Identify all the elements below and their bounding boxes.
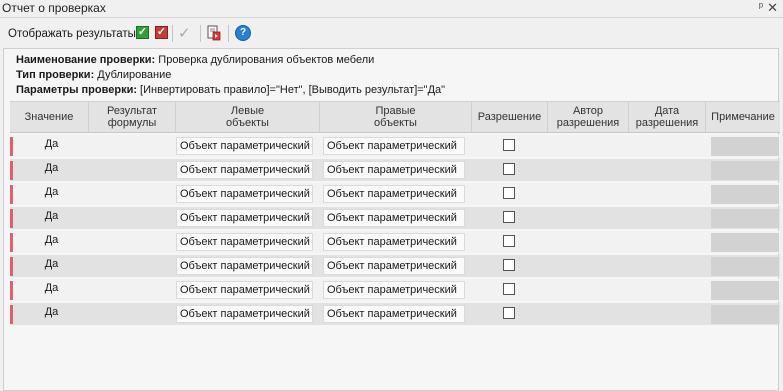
column-header-resolution-author[interactable]: Автор разрешения — [548, 102, 629, 132]
row-status-marker — [10, 161, 13, 180]
cell-value: Да — [44, 210, 59, 222]
resolution-checkbox[interactable] — [503, 139, 515, 151]
table-row[interactable]: Да Объект параметрический Объект параметри… — [10, 135, 780, 157]
show-results-label: Отображать результаты: — [8, 28, 140, 40]
table-body: Да Объект параметрический Объект параметри… — [10, 135, 780, 325]
toolbar: Отображать результаты: ✓ ✓ ✓ ? — [0, 19, 783, 47]
cell-right-object[interactable]: Объект параметрический — [323, 233, 465, 251]
table-row[interactable]: Да Объект параметрический Объект параметри… — [10, 231, 780, 253]
cell-right-object[interactable]: Объект параметрический — [323, 137, 465, 155]
column-header-resolution-date[interactable]: Дата разрешения — [629, 102, 706, 132]
window-titlebar: Отчет о проверках ᵖ ✕ — [0, 0, 783, 18]
checkmark-icon[interactable]: ✓ — [178, 24, 191, 42]
help-icon[interactable]: ? — [235, 25, 251, 41]
resolution-checkbox[interactable] — [503, 235, 515, 247]
cell-note[interactable] — [711, 161, 779, 180]
cell-note[interactable] — [711, 209, 779, 228]
table-row[interactable]: Да Объект параметрический Объект параметри… — [10, 303, 780, 325]
cell-left-object[interactable]: Объект параметрический — [176, 281, 313, 299]
cell-value: Да — [44, 258, 59, 270]
cell-value: Да — [44, 306, 59, 318]
row-status-marker — [10, 137, 13, 156]
check-name-label: Наименование проверки: — [16, 54, 156, 66]
resolution-checkbox[interactable] — [503, 187, 515, 199]
cell-left-object[interactable]: Объект параметрический — [176, 137, 313, 155]
cell-note[interactable] — [711, 185, 779, 204]
toolbar-separator — [228, 25, 229, 42]
cell-right-object[interactable]: Объект параметрический — [323, 281, 465, 299]
column-header-formula[interactable]: Результат формулы — [89, 102, 176, 132]
cell-value: Да — [44, 138, 59, 150]
check-params-label: Параметры проверки: — [16, 84, 137, 96]
toolbar-separator — [172, 25, 173, 42]
cell-note[interactable] — [711, 305, 779, 324]
table-header: Значение Результат формулы Левые объекты… — [10, 101, 780, 133]
table-row[interactable]: Да Объект параметрический Объект параметри… — [10, 255, 780, 277]
row-status-marker — [10, 209, 13, 228]
cell-note[interactable] — [711, 257, 779, 276]
resolution-checkbox[interactable] — [503, 211, 515, 223]
resolution-checkbox[interactable] — [503, 307, 515, 319]
toolbar-separator — [200, 25, 201, 42]
row-status-marker — [10, 185, 13, 204]
check-name-line: Наименование проверки: Проверка дублиров… — [16, 54, 374, 66]
close-icon[interactable]: ✕ — [767, 0, 778, 16]
cell-right-object[interactable]: Объект параметрический — [323, 305, 465, 323]
column-header-left-objects[interactable]: Левые объекты — [176, 102, 320, 132]
column-header-note[interactable]: Примечание — [706, 102, 780, 132]
cell-note[interactable] — [711, 233, 779, 252]
cell-left-object[interactable]: Объект параметрический — [176, 185, 313, 203]
cell-note[interactable] — [711, 137, 779, 156]
row-status-marker — [10, 281, 13, 300]
resolution-checkbox[interactable] — [503, 163, 515, 175]
cell-left-object[interactable]: Объект параметрический — [176, 305, 313, 323]
check-name-value: Проверка дублирования объектов мебели — [155, 54, 375, 66]
cell-right-object[interactable]: Объект параметрический — [323, 185, 465, 203]
cell-note[interactable] — [711, 281, 779, 300]
checkbox-red-check-icon[interactable]: ✓ — [155, 26, 168, 39]
column-header-value[interactable]: Значение — [10, 102, 89, 132]
resolution-checkbox[interactable] — [503, 283, 515, 295]
cell-left-object[interactable]: Объект параметрический — [176, 233, 313, 251]
window-title: Отчет о проверках — [2, 1, 106, 15]
check-params-line: Параметры проверки: [Инвертировать прави… — [16, 84, 445, 96]
export-document-icon[interactable] — [207, 25, 221, 41]
cell-right-object[interactable]: Объект параметрический — [323, 161, 465, 179]
table-row[interactable]: Да Объект параметрический Объект параметри… — [10, 183, 780, 205]
pin-icon[interactable]: ᵖ — [759, 1, 763, 13]
table-row[interactable]: Да Объект параметрический Объект параметри… — [10, 159, 780, 181]
cell-value: Да — [44, 282, 59, 294]
check-type-value: Дублирование — [94, 69, 172, 81]
checkbox-green-check-icon[interactable]: ✓ — [136, 26, 149, 39]
cell-right-object[interactable]: Объект параметрический — [323, 209, 465, 227]
check-type-label: Тип проверки: — [16, 69, 95, 81]
cell-value: Да — [44, 162, 59, 174]
check-type-line: Тип проверки: Дублирование — [16, 69, 171, 81]
cell-left-object[interactable]: Объект параметрический — [176, 209, 313, 227]
row-status-marker — [10, 305, 13, 324]
table-row[interactable]: Да Объект параметрический Объект параметри… — [10, 279, 780, 301]
report-panel: Наименование проверки: Проверка дублиров… — [3, 48, 780, 391]
row-status-marker — [10, 233, 13, 252]
cell-right-object[interactable]: Объект параметрический — [323, 257, 465, 275]
table-row[interactable]: Да Объект параметрический Объект параметри… — [10, 207, 780, 229]
cell-value: Да — [44, 234, 59, 246]
cell-left-object[interactable]: Объект параметрический — [176, 161, 313, 179]
results-table: Значение Результат формулы Левые объекты… — [10, 101, 780, 325]
cell-value: Да — [44, 186, 59, 198]
column-header-resolution[interactable]: Разрешение — [472, 102, 548, 132]
cell-left-object[interactable]: Объект параметрический — [176, 257, 313, 275]
check-params-value: [Инвертировать правило]="Нет", [Выводить… — [137, 84, 446, 96]
resolution-checkbox[interactable] — [503, 259, 515, 271]
column-header-right-objects[interactable]: Правые объекты — [320, 102, 472, 132]
row-status-marker — [10, 257, 13, 276]
